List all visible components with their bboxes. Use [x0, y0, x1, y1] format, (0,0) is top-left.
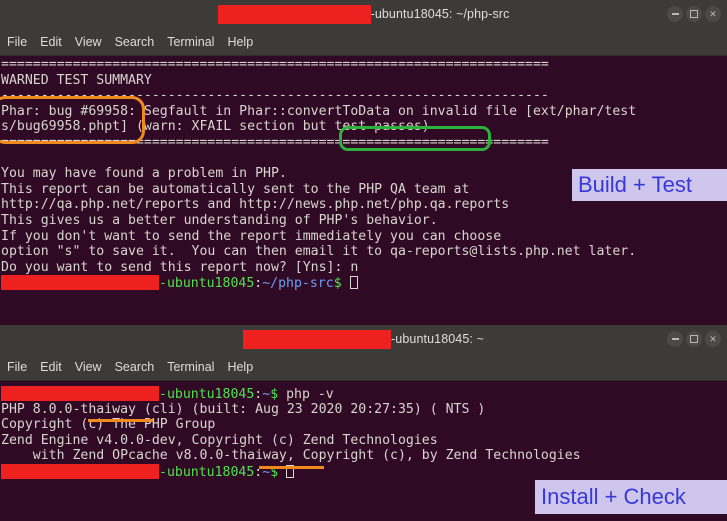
minimize-icon[interactable] — [667, 6, 683, 22]
prompt-host: -ubuntu18045 — [159, 387, 255, 402]
window-title-install-check: -ubuntu18045: ~ — [243, 329, 484, 349]
redacted-user-host-2 — [1, 386, 159, 401]
prompt-dollar: $ — [270, 387, 279, 402]
terminal-prompt-line-2: -ubuntu18045:~$ — [1, 463, 727, 480]
window-controls-2: ✕ — [667, 325, 721, 353]
titlebar-build-test[interactable]: -ubuntu18045: ~/php-src ✕ — [0, 0, 727, 28]
menu-terminal[interactable]: Terminal — [167, 360, 214, 374]
redacted-user-host-1 — [1, 275, 159, 291]
terminal-line: option "s" to save it. You can then emai… — [1, 244, 637, 260]
terminal-line: with Zend OPcache v8.0.0-thaiway, Copyri… — [1, 448, 581, 464]
close-icon[interactable]: ✕ — [705, 6, 721, 22]
maximize-icon[interactable] — [686, 6, 702, 22]
terminal-line: Phar: bug #69958: Segfault in Phar::conv… — [1, 103, 637, 119]
prompt-path: ~/php-src — [262, 276, 334, 292]
prompt-host: -ubuntu18045 — [159, 464, 255, 480]
terminal-line: PHP 8.0.0-thaiway (cli) (built: Aug 23 2… — [1, 401, 486, 417]
terminal-line: ========================================… — [1, 134, 549, 150]
menu-help[interactable]: Help — [227, 35, 253, 49]
prompt-host: -ubuntu18045 — [159, 276, 255, 292]
minimize-icon[interactable] — [667, 331, 683, 347]
desktop-screenshot: -ubuntu18045: ~/php-src ✕ File Edit View… — [0, 0, 727, 521]
redacted-user-host-3 — [1, 463, 159, 479]
menu-view[interactable]: View — [75, 35, 102, 49]
terminal-line: s/bug69958.phpt] (warn: XFAIL section bu… — [1, 119, 430, 135]
window-title-build-test: -ubuntu18045: ~/php-src — [217, 4, 510, 24]
menu-search[interactable]: Search — [115, 360, 155, 374]
terminal-line: Do you want to send this report now? [Yn… — [1, 259, 359, 275]
opcache-thaiway-underline — [259, 466, 324, 469]
menu-edit[interactable]: Edit — [40, 35, 62, 49]
typed-command: php -v — [278, 387, 334, 402]
menu-view[interactable]: View — [75, 360, 102, 374]
terminal-line: Zend Engine v4.0.0-dev, Copyright (c) Ze… — [1, 432, 438, 448]
terminal-window-install-check: -ubuntu18045: ~ ✕ File Edit View Search … — [0, 325, 727, 521]
menu-search[interactable]: Search — [115, 35, 155, 49]
terminal-line: This gives us a better understanding of … — [1, 212, 438, 228]
callout-build-test: Build + Test — [572, 169, 727, 201]
terminal-line: ----------------------------------------… — [1, 88, 549, 104]
titlebar-install-check[interactable]: -ubuntu18045: ~ ✕ — [0, 325, 727, 353]
terminal-line: ========================================… — [1, 57, 549, 72]
terminal-cursor-1 — [349, 276, 358, 290]
terminal-line: WARNED TEST SUMMARY — [1, 72, 152, 88]
terminal-prompt-line-1: -ubuntu18045:~/php-src$ — [1, 275, 727, 291]
menubar-1: File Edit View Search Terminal Help — [0, 28, 727, 56]
menu-terminal[interactable]: Terminal — [167, 35, 214, 49]
window-controls-1: ✕ — [667, 0, 721, 28]
thaiway-version-underline — [88, 419, 153, 422]
prompt-dollar: $ — [333, 276, 342, 292]
menu-edit[interactable]: Edit — [40, 360, 62, 374]
terminal-window-build-test: -ubuntu18045: ~/php-src ✕ File Edit View… — [0, 0, 727, 326]
menu-file[interactable]: File — [7, 35, 27, 49]
redacted-username-1 — [217, 4, 371, 24]
menubar-2: File Edit View Search Terminal Help — [0, 353, 727, 381]
menu-help[interactable]: Help — [227, 360, 253, 374]
callout-install-check: Install + Check — [535, 480, 727, 514]
prompt-path: ~ — [262, 387, 271, 402]
terminal-line: If you don't want to send the report imm… — [1, 228, 502, 244]
maximize-icon[interactable] — [686, 331, 702, 347]
redacted-username-2 — [243, 329, 392, 349]
terminal-command-line: -ubuntu18045:~$ php -v — [1, 386, 727, 402]
close-icon[interactable]: ✕ — [705, 331, 721, 347]
menu-file[interactable]: File — [7, 360, 27, 374]
